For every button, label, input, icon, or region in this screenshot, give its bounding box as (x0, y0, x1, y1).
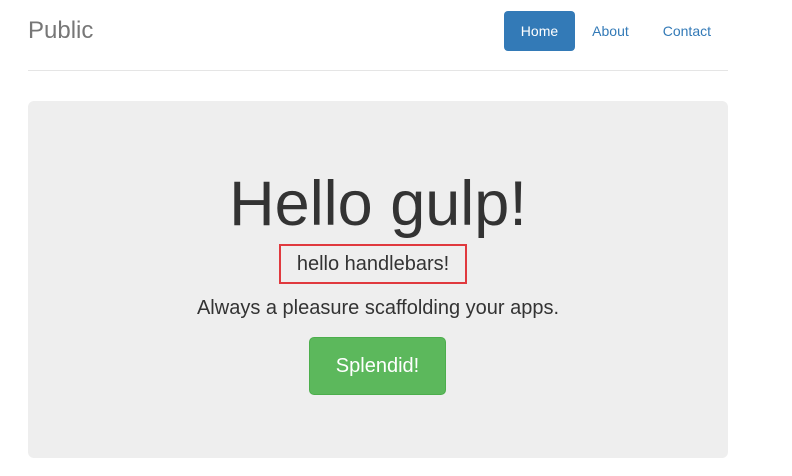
highlighted-text: hello handlebars! (279, 244, 467, 284)
page: Public Home About Contact Hello gulp! he… (0, 0, 792, 476)
nav-item-contact[interactable]: Contact (646, 11, 728, 51)
main-nav: Home About Contact (503, 11, 728, 51)
brand-title: Public (28, 17, 94, 44)
lead-text: Always a pleasure scaffolding your apps. (196, 297, 560, 319)
nav-item-home[interactable]: Home (503, 11, 576, 51)
splendid-button[interactable]: Splendid! (309, 337, 446, 395)
site-header: Public Home About Contact (28, 0, 728, 71)
nav-item-about[interactable]: About (575, 11, 646, 51)
hero-title: Hello gulp! (229, 169, 527, 239)
